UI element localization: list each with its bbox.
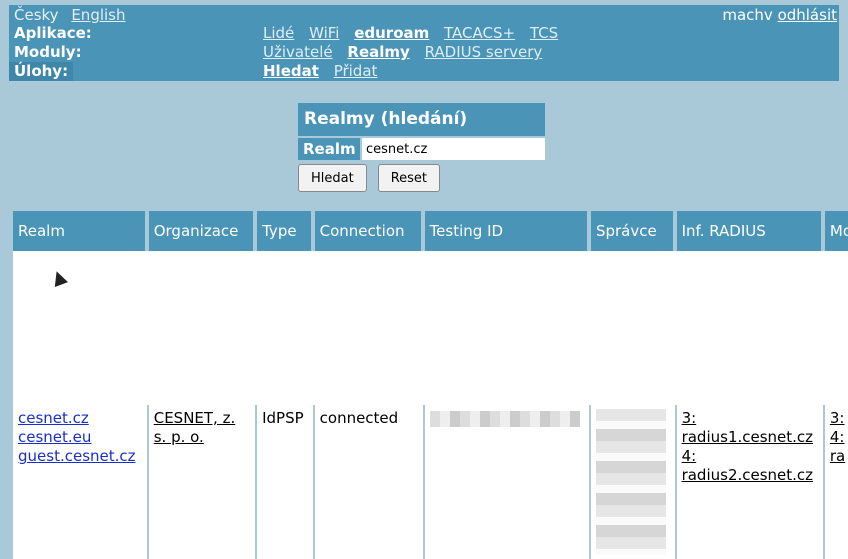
- col-connection[interactable]: Connection: [314, 211, 423, 251]
- realm-link-cesnet-cz[interactable]: cesnet.cz: [18, 409, 142, 428]
- moduly-menu: Uživatelé Realmy RADIUS servery: [263, 43, 552, 62]
- cell-type: IdPSP: [257, 405, 313, 559]
- menu-tcs[interactable]: TCS: [530, 24, 558, 42]
- realm-search-input[interactable]: [362, 138, 545, 160]
- logout-link[interactable]: odhlásit: [778, 6, 837, 24]
- menu-tacacs[interactable]: TACACS+: [444, 24, 515, 42]
- cell-connection: connected: [314, 405, 423, 559]
- cell-inf-radius: 3: radius1.cesnet.cz 4: radius2.cesnet.c…: [676, 405, 823, 559]
- search-title: Realmy (hledání): [298, 103, 545, 136]
- menu-hledat[interactable]: Hledat: [263, 62, 319, 80]
- ulohy-label: Úlohy:: [14, 62, 69, 80]
- menu-uzivatele[interactable]: Uživatelé: [263, 43, 333, 61]
- realm-link-cesnet-eu[interactable]: cesnet.eu: [18, 428, 142, 447]
- user-area: machv odhlásit: [722, 5, 837, 25]
- lang-english-link[interactable]: English: [71, 6, 125, 24]
- radius-server-1[interactable]: radius1.cesnet.cz: [682, 428, 818, 447]
- menu-realmy[interactable]: Realmy: [347, 43, 409, 61]
- col-type[interactable]: Type: [257, 211, 313, 251]
- cell-realms: cesnet.cz cesnet.eu guest.cesnet.cz: [13, 405, 147, 559]
- redacted-spravce: [595, 409, 666, 555]
- radius-id-3[interactable]: 3:: [682, 409, 818, 428]
- reset-button[interactable]: Reset: [377, 164, 441, 192]
- radius-id-4[interactable]: 4:: [682, 447, 818, 466]
- table-row: cesnet.cz cesnet.eu guest.cesnet.cz CESN…: [13, 405, 848, 559]
- search-form: Realmy (hledání) Realm Hledat Reset: [298, 103, 545, 192]
- organizace-link[interactable]: CESNET, z. s. p. o.: [154, 409, 236, 446]
- aplikace-label: Aplikace:: [14, 24, 92, 42]
- menu-wifi[interactable]: WiFi: [309, 24, 339, 42]
- realm-label: Realm: [298, 138, 360, 160]
- menu-pridat[interactable]: Přidat: [334, 62, 378, 80]
- redacted-testing-id: [429, 411, 580, 427]
- col-spravce[interactable]: Správce: [590, 211, 675, 251]
- language-switcher: Česky English: [14, 5, 134, 25]
- cell-mo: 3: 4: ra: [824, 405, 848, 559]
- aplikace-menu: Lidé WiFi eduroam TACACS+ TCS: [263, 24, 568, 43]
- ulohy-menu: Hledat Přidat: [263, 62, 387, 81]
- username: machv: [722, 6, 773, 24]
- cell-organizace: CESNET, z. s. p. o.: [148, 405, 256, 559]
- mo-id-3[interactable]: 3:: [830, 409, 848, 428]
- menu-lide[interactable]: Lidé: [263, 24, 294, 42]
- col-testing-id[interactable]: Testing ID: [424, 211, 589, 251]
- moduly-label: Moduly:: [14, 43, 82, 61]
- col-mo[interactable]: Mo: [824, 211, 848, 251]
- col-realm[interactable]: Realm: [13, 211, 147, 251]
- top-navigation: Česky English machv odhlásit Aplikace: L…: [9, 5, 839, 81]
- col-organizace[interactable]: Organizace: [148, 211, 256, 251]
- col-inf-radius[interactable]: Inf. RADIUS: [676, 211, 823, 251]
- cell-testing-id: [424, 405, 589, 559]
- realm-link-guest-cesnet-cz[interactable]: guest.cesnet.cz: [18, 447, 142, 466]
- results-table: Realm Organizace Type Connection Testing…: [11, 211, 848, 559]
- cell-spravce: [590, 405, 675, 559]
- menu-radius-servery[interactable]: RADIUS servery: [425, 43, 543, 61]
- radius-server-2[interactable]: radius2.cesnet.cz: [682, 466, 818, 485]
- search-button[interactable]: Hledat: [298, 164, 367, 192]
- mo-id-4[interactable]: 4:: [830, 428, 848, 447]
- mo-partial[interactable]: ra: [830, 447, 848, 466]
- lang-cesky: Česky: [14, 6, 59, 24]
- menu-eduroam[interactable]: eduroam: [354, 24, 429, 42]
